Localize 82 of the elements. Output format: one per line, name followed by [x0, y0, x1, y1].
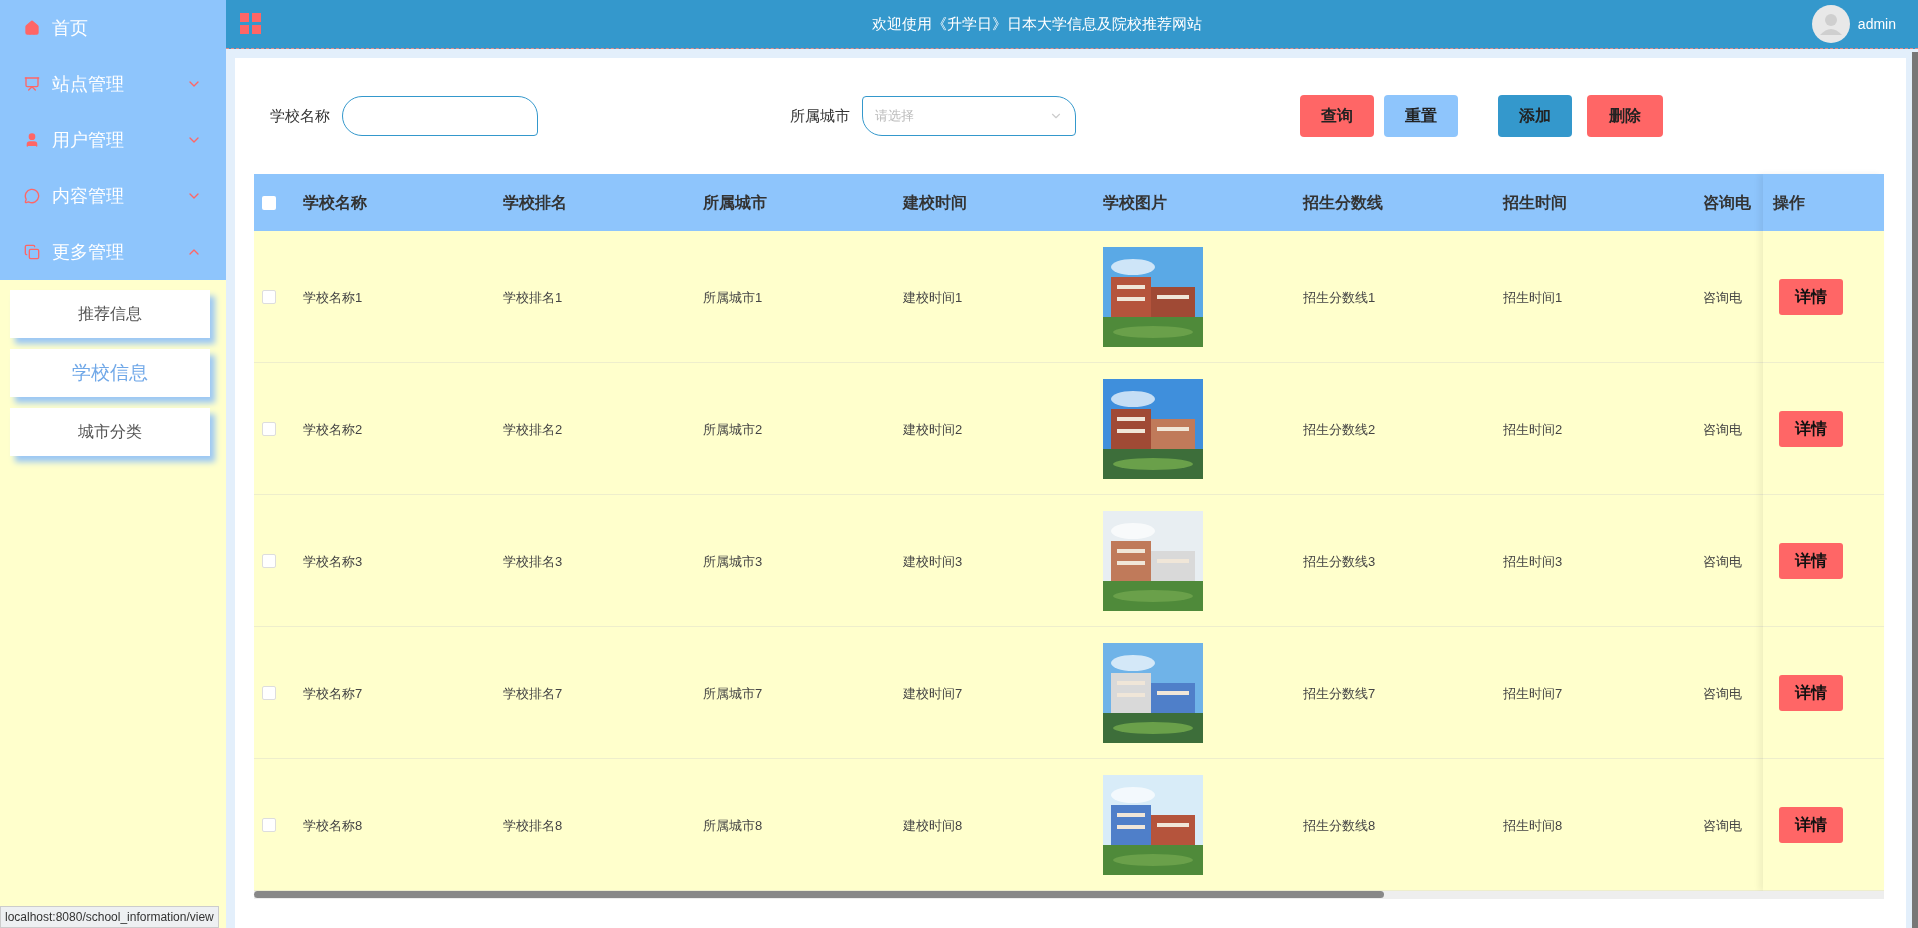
- table-cell: 建校时间2: [903, 421, 963, 437]
- home-icon: [24, 20, 40, 36]
- table-cell: 咨询电: [1703, 289, 1742, 305]
- row-checkbox[interactable]: [262, 421, 276, 436]
- column-header: 学校图片: [1103, 193, 1167, 211]
- table-cell: 招生时间2: [1503, 421, 1563, 437]
- action-button[interactable]: 重置: [1384, 95, 1458, 137]
- row-checkbox[interactable]: [262, 289, 276, 304]
- menu-label: 更多管理: [52, 240, 125, 264]
- table-cell: 咨询电: [1703, 817, 1742, 833]
- table-cell: 建校时间3: [903, 553, 963, 569]
- row-checkbox[interactable]: [262, 553, 276, 568]
- action-button[interactable]: 查询: [1300, 95, 1374, 137]
- table-cell: 所属城市8: [703, 817, 763, 833]
- table-cell: 学校排名3: [503, 553, 563, 569]
- grid-icon[interactable]: [240, 13, 262, 35]
- row-checkbox[interactable]: [262, 685, 276, 700]
- horizontal-scrollbar[interactable]: [254, 891, 1884, 899]
- table-cell: 所属城市1: [703, 289, 763, 305]
- table-cell: 招生分数线2: [1303, 421, 1376, 437]
- table-cell: 招生分数线3: [1303, 553, 1376, 569]
- table-cell: 学校排名7: [503, 685, 563, 701]
- field-label: 学校名称: [270, 105, 330, 126]
- column-header: 咨询电: [1703, 193, 1751, 211]
- table-cell: 咨询电: [1703, 421, 1742, 437]
- table-cell: 学校排名1: [503, 289, 563, 305]
- select-all-checkbox[interactable]: [262, 195, 276, 210]
- column-header: 操作: [1773, 192, 1805, 213]
- menu-label: 内容管理: [52, 184, 125, 208]
- table-cell: 招生分数线1: [1303, 289, 1376, 305]
- user-icon: [24, 132, 40, 148]
- column-header: 学校排名: [503, 193, 567, 211]
- table-cell: 招生时间8: [1503, 817, 1563, 833]
- vertical-scrollbar[interactable]: [1912, 52, 1918, 928]
- table-cell: 学校名称7: [303, 685, 363, 701]
- table-cell: 咨询电: [1703, 553, 1742, 569]
- column-header: 招生时间: [1503, 193, 1567, 211]
- table-cell: 所属城市3: [703, 553, 763, 569]
- menu-label: 首页: [52, 16, 89, 40]
- easel-icon: [24, 76, 40, 92]
- school-name-input[interactable]: [342, 96, 538, 136]
- table-cell: 学校名称3: [303, 553, 363, 569]
- table-cell: 所属城市7: [703, 685, 763, 701]
- detail-button[interactable]: 详情: [1779, 674, 1843, 711]
- user-name[interactable]: admin: [1857, 13, 1896, 35]
- select-placeholder: 请选择: [875, 107, 914, 126]
- table-cell: 招生分数线7: [1303, 685, 1376, 701]
- copy-icon: [24, 244, 40, 260]
- status-bar: localhost:8080/school_information/view: [0, 906, 219, 928]
- detail-button[interactable]: 详情: [1779, 806, 1843, 843]
- table-cell: 招生分数线8: [1303, 817, 1376, 833]
- action-button[interactable]: 添加: [1498, 95, 1572, 137]
- column-header: 招生分数线: [1303, 193, 1383, 211]
- detail-button[interactable]: 详情: [1779, 278, 1843, 315]
- avatar-icon[interactable]: [1811, 5, 1850, 43]
- column-header: 建校时间: [903, 193, 967, 211]
- table-cell: 建校时间7: [903, 685, 963, 701]
- action-button[interactable]: 删除: [1587, 95, 1663, 137]
- table-cell: 学校名称8: [303, 817, 363, 833]
- table-cell: 学校名称2: [303, 421, 363, 437]
- row-checkbox[interactable]: [262, 817, 276, 832]
- table-cell: 学校排名8: [503, 817, 563, 833]
- table-cell: 建校时间1: [903, 289, 963, 305]
- submenu-item[interactable]: 城市分类: [10, 408, 210, 456]
- detail-button[interactable]: 详情: [1779, 410, 1843, 447]
- table-cell: 学校名称1: [303, 289, 363, 305]
- table-cell: 建校时间8: [903, 817, 963, 833]
- column-header: 学校名称: [303, 193, 367, 211]
- table-cell: 学校排名2: [503, 421, 563, 437]
- table-cell: 咨询电: [1703, 685, 1742, 701]
- submenu-item[interactable]: 推荐信息: [10, 290, 210, 338]
- site-title: 欢迎使用《升学日》日本大学信息及院校推荐网站: [870, 13, 1203, 34]
- chat-bubble-icon: [24, 188, 40, 204]
- menu-label: 用户管理: [52, 128, 125, 152]
- column-header: 所属城市: [703, 193, 767, 211]
- table-cell: 招生时间1: [1503, 289, 1563, 305]
- detail-button[interactable]: 详情: [1779, 542, 1843, 579]
- table-cell: 所属城市2: [703, 421, 763, 437]
- table-cell: 招生时间3: [1503, 553, 1563, 569]
- menu-label: 站点管理: [52, 72, 125, 96]
- table-cell: 招生时间7: [1503, 685, 1563, 701]
- field-label: 所属城市: [790, 105, 850, 126]
